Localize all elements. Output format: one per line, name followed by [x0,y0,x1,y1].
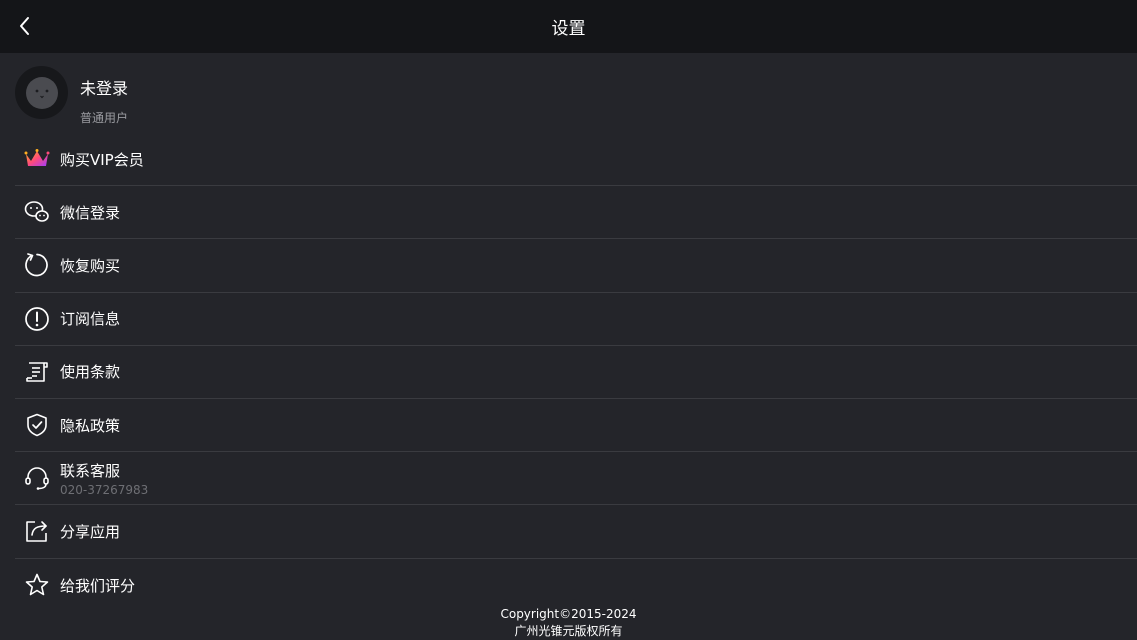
headset-icon [24,465,50,491]
menu-item-label: 恢复购买 [60,256,121,275]
avatar [15,66,68,119]
back-button[interactable] [10,11,40,41]
menu-item-privacy-policy[interactable]: 隐私政策 [15,399,1137,453]
top-bar: 设置 [0,0,1137,53]
menu-item-terms[interactable]: 使用条款 [15,346,1137,399]
menu-item-label: 微信登录 [60,203,121,222]
menu-item-label: 购买VIP会员 [60,150,144,169]
crown-icon [24,146,50,172]
menu-item-label: 订阅信息 [60,310,121,329]
profile-card[interactable]: 未登录 普通用户 [15,66,1115,125]
star-icon [24,572,50,598]
menu-item-restore-purchase[interactable]: 恢复购买 [15,239,1137,293]
menu-item-subscription-info[interactable]: 订阅信息 [15,293,1137,346]
menu-item-share-app[interactable]: 分享应用 [15,505,1137,559]
restore-icon [24,252,50,278]
page-title: 设置 [551,19,586,39]
share-icon [24,518,50,544]
support-phone: 020-37267983 [60,482,149,497]
profile-name: 未登录 [80,79,129,98]
menu-item-label: 给我们评分 [60,576,136,595]
copyright-owner: 广州光锥元版权所有 [514,624,623,638]
menu-item-contact-support[interactable]: 联系客服 020-37267983 [15,452,1137,506]
menu-item-buy-vip[interactable]: 购买VIP会员 [15,133,1137,187]
menu-item-label: 联系客服 [60,461,121,480]
menu-item-label: 使用条款 [60,363,121,382]
wechat-icon [24,199,50,225]
copyright-text: Copyright©2015-2024 [500,607,637,621]
shield-icon [24,412,50,438]
menu-item-rate-us[interactable]: 给我们评分 [15,559,1137,612]
footer: Copyright©2015-2024 广州光锥元版权所有 [0,606,1137,640]
menu-item-label: 分享应用 [60,522,121,541]
chevron-left-icon [20,17,29,35]
settings-menu: 购买VIP会员 微信登录 恢复购买 订阅信息 使用条款 隐私政策 联系客服 02… [15,133,1137,612]
menu-item-wechat-login[interactable]: 微信登录 [15,186,1137,240]
profile-role: 普通用户 [80,111,129,125]
terms-icon [24,359,50,385]
avatar-face-icon [25,76,58,109]
menu-item-label: 隐私政策 [60,416,121,435]
info-icon [24,306,50,332]
